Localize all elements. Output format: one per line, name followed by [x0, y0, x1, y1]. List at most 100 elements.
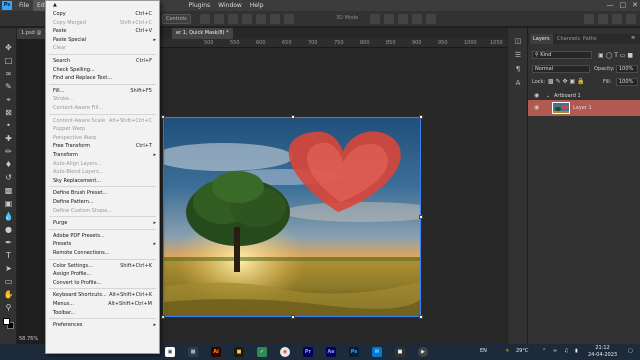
- tab-channels[interactable]: Channels: [554, 34, 583, 44]
- menu-item-purge[interactable]: Purge ▸: [46, 219, 159, 227]
- lasso-tool-icon[interactable]: ∞: [3, 68, 14, 79]
- document-tab-left[interactable]: 1.psd @: [17, 28, 46, 39]
- menu-item-remote-connections[interactable]: Remote Connections...: [46, 249, 159, 257]
- tab-layers[interactable]: Layers: [530, 34, 553, 44]
- menu-item-check-spelling[interactable]: Check Spelling...: [46, 66, 159, 74]
- align-bottom-icon[interactable]: [270, 14, 280, 24]
- blur-tool-icon[interactable]: 💧: [3, 211, 14, 222]
- menu-item-color-settings[interactable]: Color Settings... Shift+Ctrl+K: [46, 262, 159, 270]
- menu-item-define-brush-preset[interactable]: Define Brush Preset...: [46, 189, 159, 197]
- maximize-icon[interactable]: □: [620, 0, 627, 11]
- transform-handle[interactable]: [419, 215, 423, 219]
- transform-handle[interactable]: [291, 115, 295, 119]
- menu-plugins[interactable]: Plugins: [185, 0, 215, 11]
- menu-window[interactable]: Window: [214, 0, 246, 11]
- character-panel-icon[interactable]: A: [513, 78, 523, 88]
- close-icon[interactable]: ✕: [632, 0, 638, 11]
- blend-mode-select[interactable]: Normal: [532, 65, 590, 73]
- distribute-icon[interactable]: [284, 14, 294, 24]
- path-selection-tool-icon[interactable]: ➤: [3, 263, 14, 274]
- crop-tool-icon[interactable]: ⌖: [3, 94, 14, 105]
- premiere-icon[interactable]: Pr: [303, 347, 313, 357]
- menu-item-assign-profile[interactable]: Assign Profile...: [46, 270, 159, 278]
- filter-icons[interactable]: ▣ ◯ T ▭ ■: [598, 52, 633, 59]
- menu-file[interactable]: File: [15, 0, 33, 11]
- mail-icon[interactable]: ✉: [372, 347, 382, 357]
- menu-item-adobe-pdf-presets[interactable]: Adobe PDF Presets...: [46, 232, 159, 240]
- healing-brush-tool-icon[interactable]: ✚: [3, 133, 14, 144]
- file-explorer-icon[interactable]: ▣: [165, 347, 175, 357]
- minimize-icon[interactable]: —: [607, 0, 614, 11]
- align-left-icon[interactable]: [200, 14, 210, 24]
- menu-item-copy[interactable]: Copy Ctrl+C: [46, 10, 159, 18]
- brush-tool-icon[interactable]: ✏: [3, 146, 14, 157]
- menu-item-menus[interactable]: Menus... Alt+Shift+Ctrl+M: [46, 300, 159, 308]
- transform-bounding-box[interactable]: [161, 115, 423, 319]
- rectangle-tool-icon[interactable]: ▭: [3, 276, 14, 287]
- clone-stamp-tool-icon[interactable]: ♦: [3, 159, 14, 170]
- menu-item-transform[interactable]: Transform ▸: [46, 151, 159, 159]
- gradient-tool-icon[interactable]: ▣: [3, 198, 14, 209]
- menu-item-free-transform[interactable]: Free Transform Ctrl+T: [46, 142, 159, 150]
- 3d-pan-icon[interactable]: [398, 14, 408, 24]
- menu-item-search[interactable]: Search Ctrl+F: [46, 57, 159, 65]
- transform-handle[interactable]: [161, 115, 165, 119]
- search-icon[interactable]: [598, 14, 608, 24]
- 3d-scale-icon[interactable]: [426, 14, 436, 24]
- transform-handle[interactable]: [161, 315, 165, 319]
- move-tool-icon[interactable]: ✥: [3, 42, 14, 53]
- menu-help[interactable]: Help: [246, 0, 268, 11]
- workspace-icon[interactable]: [612, 14, 622, 24]
- share-upload-icon[interactable]: [626, 14, 636, 24]
- hand-tool-icon[interactable]: ✋: [3, 289, 14, 300]
- foreground-color-swatch[interactable]: [3, 318, 10, 325]
- pen-tool-icon[interactable]: ✒: [3, 237, 14, 248]
- quick-select-tool-icon[interactable]: ✎: [3, 81, 14, 92]
- visibility-eye-icon[interactable]: ◉: [534, 100, 539, 116]
- fill-input[interactable]: 100%: [616, 78, 638, 86]
- type-tool-icon[interactable]: T: [3, 250, 14, 261]
- 3d-rotate-icon[interactable]: [370, 14, 380, 24]
- volume-icon[interactable]: ♫: [564, 348, 568, 354]
- sheets-icon[interactable]: ✓: [257, 347, 267, 357]
- zoom-tool-icon[interactable]: ⚲: [3, 302, 14, 313]
- paragraph-panel-icon[interactable]: ¶: [513, 64, 523, 74]
- menu-item-paste-special[interactable]: Paste Special ▸: [46, 36, 159, 44]
- photoshop-taskbar-icon[interactable]: Ps: [349, 347, 359, 357]
- transform-handle[interactable]: [291, 315, 295, 319]
- menu-item-paste[interactable]: Paste Ctrl+V: [46, 27, 159, 35]
- eraser-tool-icon[interactable]: ▩: [3, 185, 14, 196]
- align-top-icon[interactable]: [242, 14, 252, 24]
- 3d-roll-icon[interactable]: [384, 14, 394, 24]
- clock[interactable]: 21:12 24-04-2023: [588, 345, 617, 359]
- weather-temp[interactable]: 29°C: [516, 348, 528, 354]
- menu-item-convert-to-profile[interactable]: Convert to Profile...: [46, 279, 159, 287]
- menu-item-keyboard-shortcuts[interactable]: Keyboard Shortcuts... Alt+Shift+Ctrl+K: [46, 291, 159, 299]
- opacity-input[interactable]: 100%: [616, 65, 638, 73]
- show-transform-controls-button[interactable]: Controls: [162, 14, 191, 24]
- screen-capture-icon[interactable]: ■: [395, 347, 405, 357]
- tab-paths[interactable]: Paths: [580, 34, 600, 44]
- menu-item-preferences[interactable]: Preferences ▸: [46, 321, 159, 329]
- menu-item-toolbar[interactable]: Toolbar...: [46, 309, 159, 317]
- task-view-icon[interactable]: ▩: [188, 347, 198, 357]
- wifi-icon[interactable]: ≈: [553, 348, 557, 354]
- media-player-icon[interactable]: ▶: [418, 347, 428, 357]
- layer-filter-kind[interactable]: ⚲ Kind: [532, 51, 592, 59]
- properties-panel-icon[interactable]: ☰: [513, 50, 523, 60]
- align-middle-icon[interactable]: [256, 14, 266, 24]
- menu-item-find-and-replace-text[interactable]: Find and Replace Text...: [46, 74, 159, 82]
- language-indicator[interactable]: EN: [480, 348, 487, 354]
- history-panel-icon[interactable]: ◫: [513, 36, 523, 46]
- transform-handle[interactable]: [419, 115, 423, 119]
- dodge-tool-icon[interactable]: ●: [3, 224, 14, 235]
- marquee-tool-icon[interactable]: □: [3, 55, 14, 66]
- history-brush-tool-icon[interactable]: ↺: [3, 172, 14, 183]
- battery-icon[interactable]: ▮: [575, 348, 578, 354]
- eyedropper-tool-icon[interactable]: •: [3, 120, 14, 131]
- weather-icon[interactable]: ☀: [505, 348, 509, 354]
- layer-row-layer-1[interactable]: ◉ Layer 1: [528, 100, 640, 116]
- menu-item-fill[interactable]: Fill... Shift+F5: [46, 87, 159, 95]
- tray-arrow-icon[interactable]: ⌃: [542, 348, 546, 354]
- menu-item-define-pattern[interactable]: Define Pattern...: [46, 198, 159, 206]
